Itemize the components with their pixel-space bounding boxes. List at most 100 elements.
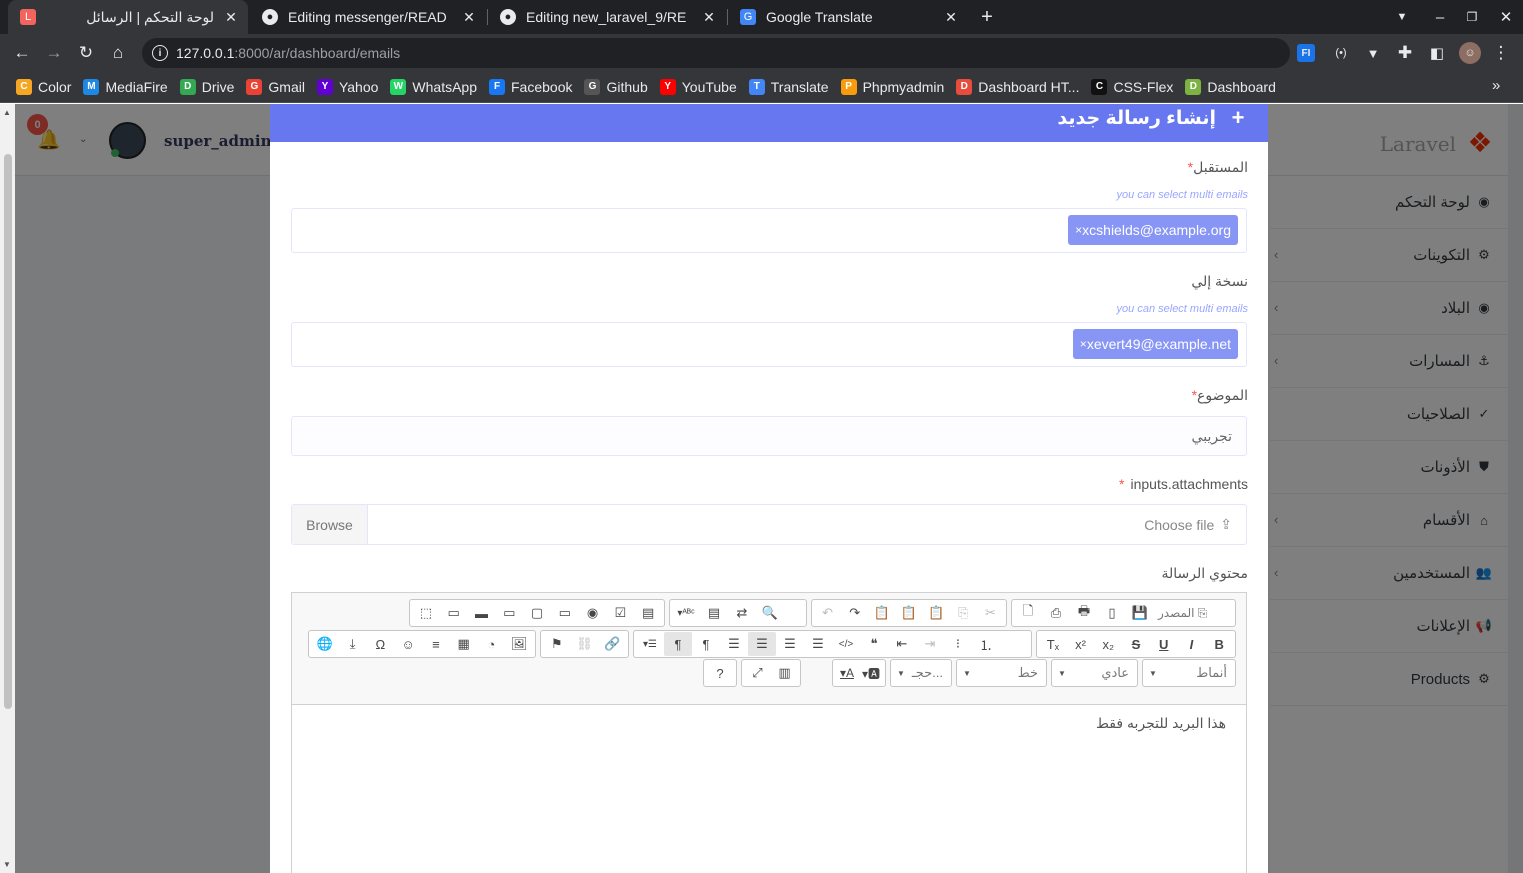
spellcheck-icon[interactable]: ▾ᴬᴮᶜ	[672, 601, 700, 625]
site-info-icon[interactable]: i	[152, 45, 168, 61]
remove-tag-icon[interactable]: ×	[1080, 337, 1087, 351]
maximize-editor-icon[interactable]: ⤢	[744, 661, 771, 685]
bookmark-facebook[interactable]: F Facebook	[489, 78, 572, 95]
side-panel-icon[interactable]: ◧	[1426, 42, 1448, 64]
text-direction-rtl-icon[interactable]: ¶	[664, 632, 692, 656]
superscript-icon[interactable]: x²	[1067, 632, 1095, 656]
strike-icon[interactable]: S	[1122, 632, 1150, 656]
preview-icon[interactable]: ⎙	[1042, 601, 1070, 625]
text-direction-ltr-icon[interactable]: ¶	[692, 632, 720, 656]
bookmark-gmail[interactable]: G Gmail	[246, 78, 305, 95]
close-window-icon[interactable]: ✕	[1496, 7, 1516, 27]
tab-google-translate[interactable]: G Google Translate ✕	[728, 0, 968, 34]
image-button-icon[interactable]: ▭	[440, 601, 468, 625]
bookmark-yahoo[interactable]: Y Yahoo	[316, 78, 378, 95]
italic-icon[interactable]: I	[1178, 632, 1206, 656]
forward-icon[interactable]: →	[43, 42, 65, 64]
form-icon[interactable]: ▤	[634, 601, 662, 625]
paste-icon[interactable]: 📋	[923, 601, 950, 625]
paste-word-icon[interactable]: 📋	[868, 601, 895, 625]
page-break-icon[interactable]: ⤓	[339, 632, 367, 656]
subscript-icon[interactable]: x₂	[1094, 632, 1122, 656]
paste-text-icon[interactable]: 📋	[895, 601, 922, 625]
bulleted-list-icon[interactable]: ⁝	[944, 632, 972, 656]
home-icon[interactable]: ⌂	[107, 42, 129, 64]
bookmark-phpmyadmin[interactable]: P Phpmyadmin	[840, 78, 944, 95]
maximize-icon[interactable]: ❐	[1462, 7, 1482, 27]
font-combo[interactable]: ▼ خط	[956, 659, 1047, 687]
bookmark-dashboard-ht[interactable]: D Dashboard HT...	[956, 78, 1079, 95]
radio-icon[interactable]: ◉	[579, 601, 607, 625]
more-bookmarks-icon[interactable]: »	[1492, 77, 1500, 94]
remove-tag-icon[interactable]: ×	[1075, 223, 1082, 237]
bookmark-whatsapp[interactable]: W WhatsApp	[390, 78, 477, 95]
select-all-icon[interactable]: ▤	[700, 601, 728, 625]
select-field-icon[interactable]: ▭	[495, 601, 523, 625]
bookmark-color[interactable]: C Color	[16, 78, 71, 95]
indent-icon[interactable]: ⇤	[888, 632, 916, 656]
tab-search-chevron-icon[interactable]: ▼	[1392, 7, 1412, 27]
text-field-icon[interactable]: ▭	[551, 601, 579, 625]
minimize-icon[interactable]: –	[1430, 7, 1450, 27]
replace-icon[interactable]: ⇄	[728, 601, 756, 625]
menu-kebab-icon[interactable]: ⋮	[1490, 42, 1512, 64]
button-icon[interactable]: ▬	[468, 601, 496, 625]
format-combo[interactable]: ▼ عادي	[1051, 659, 1138, 687]
bookmark-dashboard[interactable]: D Dashboard	[1185, 78, 1276, 95]
hidden-field-icon[interactable]: ⬚	[412, 601, 440, 625]
link-icon[interactable]: 🔗	[598, 632, 626, 656]
justify-icon[interactable]: ☰	[720, 632, 748, 656]
bg-color-icon[interactable]: ▾🅰	[859, 661, 883, 685]
bookmark-mediafire[interactable]: M MediaFire	[83, 78, 168, 95]
table-icon[interactable]: ▦	[450, 632, 478, 656]
bold-icon[interactable]: B	[1205, 632, 1233, 656]
help-icon[interactable]: ?	[706, 661, 734, 685]
email-tag[interactable]: × xevert49@example.net	[1072, 329, 1238, 359]
show-blocks-icon[interactable]: ▥	[771, 661, 798, 685]
print-icon[interactable]: 🖶	[1070, 601, 1098, 625]
extension-wave-icon[interactable]: (•)	[1330, 42, 1352, 64]
close-icon[interactable]: ✕	[700, 8, 718, 26]
tab-github-laravel[interactable]: ● Editing new_laravel_9/RE ✕	[488, 0, 726, 34]
subject-input[interactable]: تجريبي	[291, 416, 1247, 456]
numbered-list-icon[interactable]: ⒈	[972, 632, 1000, 656]
extension-fi-icon[interactable]: FI	[1297, 44, 1315, 62]
find-icon[interactable]: 🔍	[756, 601, 784, 625]
align-center-icon[interactable]: ☰	[776, 632, 804, 656]
bookmark-translate[interactable]: T Translate	[748, 78, 829, 95]
email-tag[interactable]: × xcshields@example.org	[1068, 215, 1238, 245]
bookmark-drive[interactable]: D Drive	[179, 78, 234, 95]
div-icon[interactable]: </>	[832, 632, 860, 656]
cut-icon[interactable]: ✂	[977, 601, 1004, 625]
blockquote-icon[interactable]: ❝	[860, 632, 888, 656]
textarea-icon[interactable]: ▢	[523, 601, 551, 625]
new-tab-button[interactable]: +	[976, 6, 998, 28]
close-icon[interactable]: ✕	[222, 8, 240, 26]
cc-email-select[interactable]: × xevert49@example.net	[291, 322, 1247, 367]
profile-avatar-icon[interactable]: ☺	[1459, 42, 1481, 64]
tab-dashboard-emails[interactable]: L لوحة التحكم | الرسائل ✕	[8, 0, 248, 34]
remove-format-icon[interactable]: Tₓ	[1039, 632, 1067, 656]
bookmark-css-flex[interactable]: C CSS-Flex	[1091, 78, 1173, 95]
image-icon[interactable]: 🖼	[505, 632, 533, 656]
unlink-icon[interactable]: ⛓	[571, 632, 599, 656]
close-icon[interactable]: ✕	[942, 8, 960, 26]
size-combo[interactable]: ▼ حجـ...	[890, 659, 952, 687]
smiley-icon[interactable]: ☺	[394, 632, 422, 656]
special-char-icon[interactable]: Ω	[367, 632, 395, 656]
source-button[interactable]: المصدر ⎘	[1154, 601, 1211, 625]
new-page-icon[interactable]: 🗋	[1014, 601, 1042, 625]
close-icon[interactable]: ✕	[460, 8, 478, 26]
to-email-select[interactable]: × xcshields@example.org	[291, 208, 1247, 253]
text-color-icon[interactable]: ▾A	[835, 661, 859, 685]
attachments-file-input[interactable]: Browse Choose file ⇪	[291, 504, 1247, 545]
horizontal-line-icon[interactable]: ≡	[422, 632, 450, 656]
align-left-icon[interactable]: ☰	[804, 632, 832, 656]
browse-button[interactable]: Browse	[292, 505, 368, 544]
iframe-icon[interactable]: 🌐	[311, 632, 339, 656]
extension-vue-icon[interactable]: ▼	[1362, 42, 1384, 64]
redo-icon[interactable]: ↷	[841, 601, 868, 625]
bookmark-youtube[interactable]: Y YouTube	[659, 78, 737, 95]
editor-content[interactable]: هذا البريد للتجربه فقط	[1096, 715, 1226, 732]
flash-icon[interactable]: ◔	[478, 632, 506, 656]
